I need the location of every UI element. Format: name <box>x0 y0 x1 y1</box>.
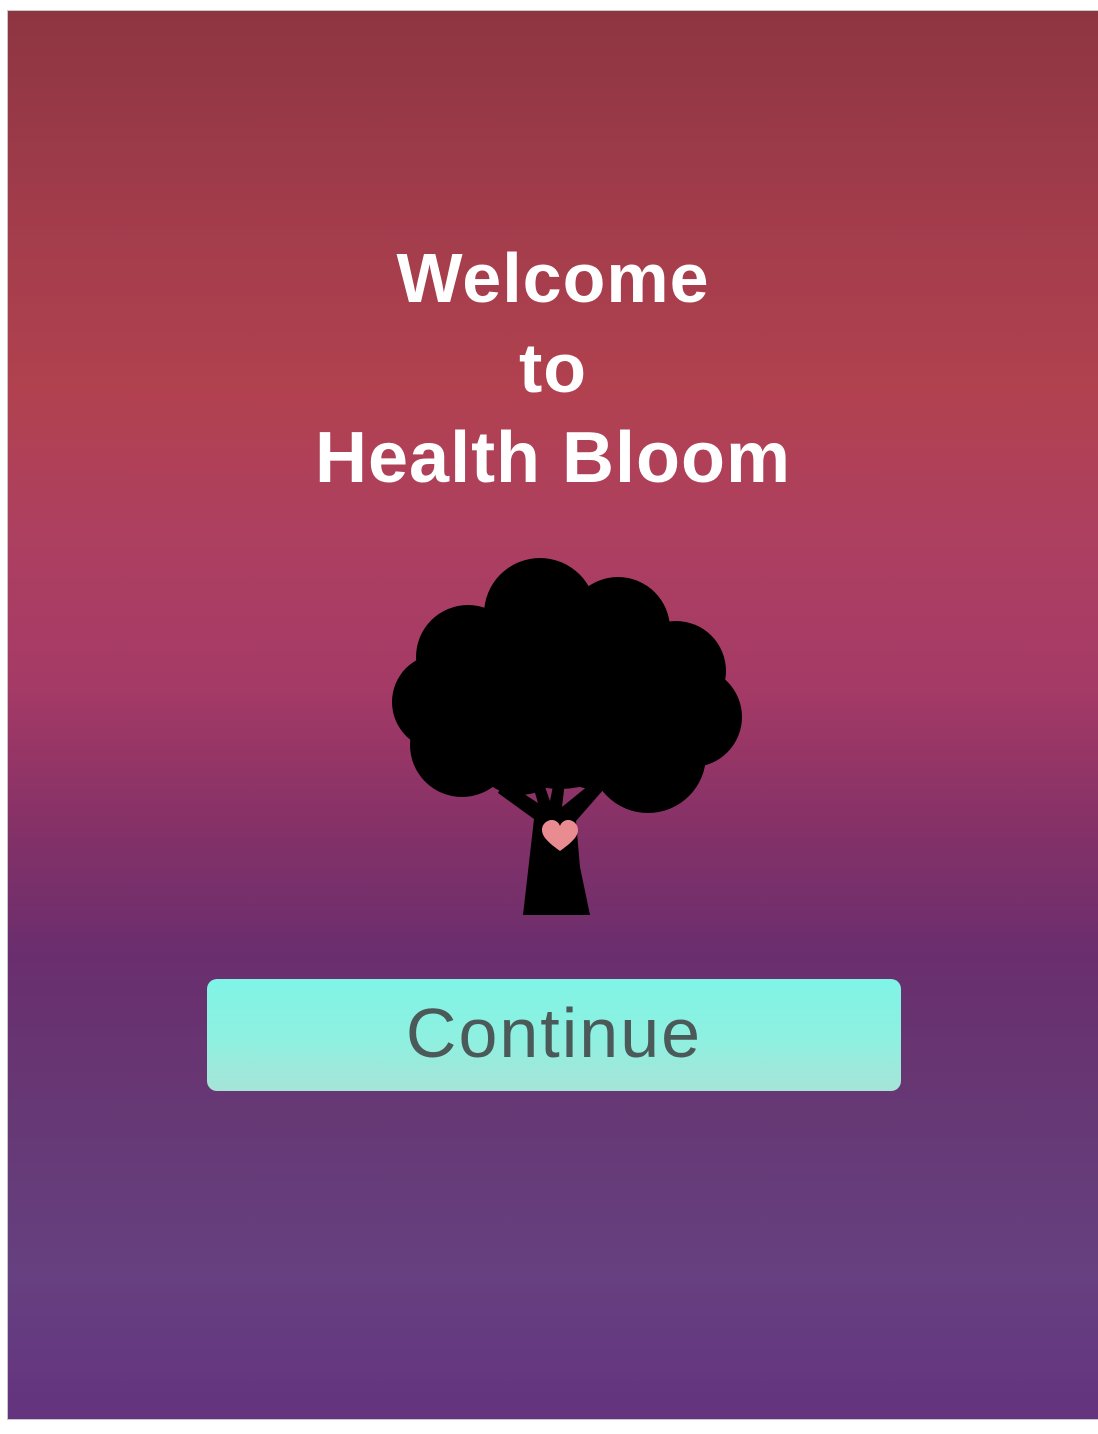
welcome-line: Welcome <box>396 239 710 317</box>
to-line: to <box>518 329 588 407</box>
tree-heart-icon <box>392 558 742 915</box>
tree-canopy <box>392 558 742 813</box>
continue-button-label: Continue <box>405 994 703 1072</box>
continue-button[interactable]: Continue <box>207 979 901 1091</box>
app-name: Health Bloom <box>314 418 792 498</box>
app-screen: Welcome to Health Bloom Continue <box>7 10 1098 1420</box>
welcome-title: Welcome to Health Bloom <box>8 233 1098 503</box>
